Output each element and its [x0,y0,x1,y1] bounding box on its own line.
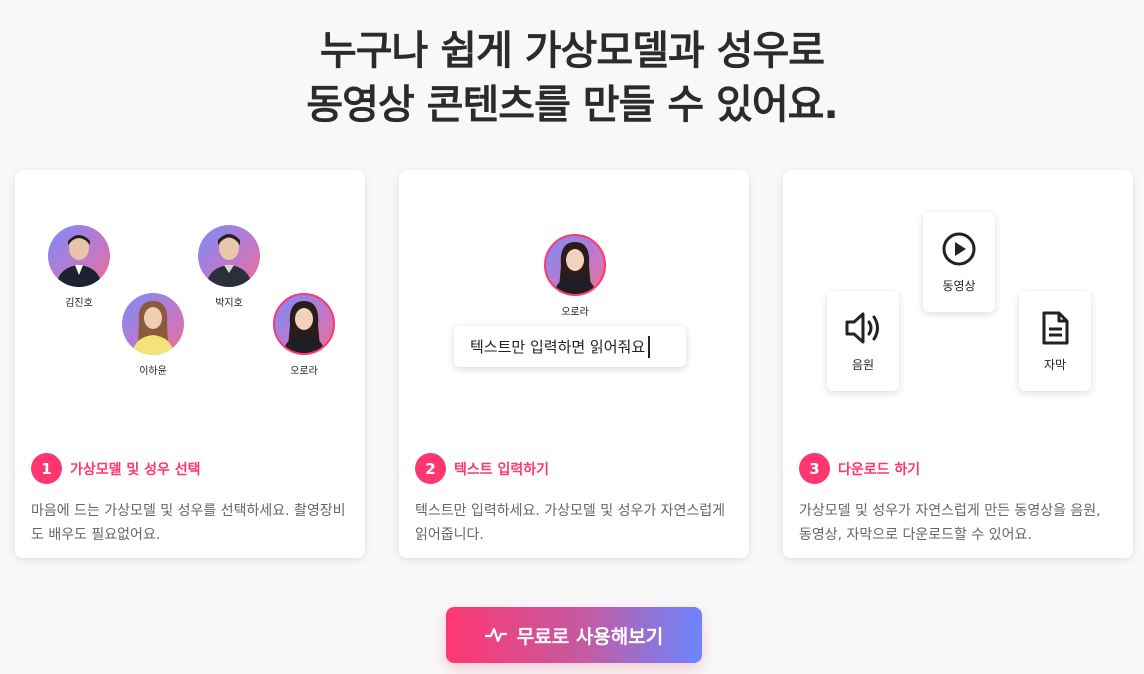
script-text-value: 텍스트만 입력하면 읽어줘요 [470,338,646,356]
avatar-name: 오로라 [561,307,589,318]
avatar-name: 오로라 [290,366,318,377]
avatar-aurora-selected[interactable] [273,293,335,355]
step-description: 마음에 드는 가상모델 및 성우를 선택하세요. 촬영장비도 배우도 필요없어요… [31,503,346,543]
avatar-name: 박지호 [215,298,243,309]
avatar-park-jiho[interactable] [198,225,260,287]
try-free-button[interactable]: 무료로 사용해보기 [446,607,702,663]
page-headline: 누구나 쉽게 가상모델과 성우로 동영상 콘텐츠를 만들 수 있어요. [0,24,1144,132]
step-title: 다운로드 하기 [838,461,921,478]
step-header: 3 다운로드 하기 [799,453,920,484]
tile-label: 동영상 [942,278,976,293]
step-header: 2 텍스트 입력하기 [415,453,549,484]
step-card-input-text: 오로라 텍스트만 입력하면 읽어줘요 2 텍스트 입력하기 텍스트만 입력하세요… [399,170,749,558]
headline-line-1: 누구나 쉽게 가상모델과 성우로 [319,28,825,74]
step-number-badge: 1 [31,453,62,484]
step-description: 가상모델 및 성우가 자연스럽게 만든 동영상을 음원, 동영상, 자막으로 다… [799,503,1101,543]
download-video-tile[interactable]: 동영상 [923,212,995,312]
step-card-download: 동영상 음원 자막 3 다운로드 하기 가상모델 및 성우가 자연스럽게 만든 … [783,170,1133,558]
female-avatar-icon [554,242,596,294]
step-header: 1 가상모델 및 성우 선택 [31,453,201,484]
script-text-input[interactable]: 텍스트만 입력하면 읽어줘요 [454,326,686,367]
step-description: 텍스트만 입력하세요. 가상모델 및 성우가 자연스럽게 읽어줍니다. [415,503,726,543]
avatar-aurora[interactable] [544,234,606,296]
headline-line-2: 동영상 콘텐츠를 만들 수 있어요. [306,82,838,128]
download-audio-tile[interactable]: 음원 [827,291,899,391]
male-avatar-icon [56,235,102,287]
avatar-lee-hayun[interactable] [122,293,184,355]
document-icon [1042,311,1069,344]
step-card-select-model: 김진호 박지호 이하윤 오로라 1 가상모델 및 성우 선택 마음에 드는 가상… [15,170,365,558]
step-number-badge: 2 [415,453,446,484]
activity-pulse-icon [484,626,507,644]
speaker-icon [845,312,879,343]
play-icon [942,232,976,265]
step-number-badge: 3 [799,453,830,484]
tile-label: 자막 [1043,357,1067,372]
avatar-name: 이하윤 [139,366,167,377]
download-subtitle-tile[interactable]: 자막 [1019,291,1091,391]
tile-label: 음원 [851,357,875,372]
female-avatar-icon [132,301,174,355]
female-avatar-icon [283,301,325,353]
avatar-kim-jinho[interactable] [48,225,110,287]
step-title: 텍스트 입력하기 [454,461,550,478]
male-avatar-icon [206,234,252,287]
avatar-name: 김진호 [65,298,93,309]
try-free-button-label: 무료로 사용해보기 [516,625,664,648]
text-caret [648,335,650,358]
step-title: 가상모델 및 성우 선택 [70,461,201,478]
